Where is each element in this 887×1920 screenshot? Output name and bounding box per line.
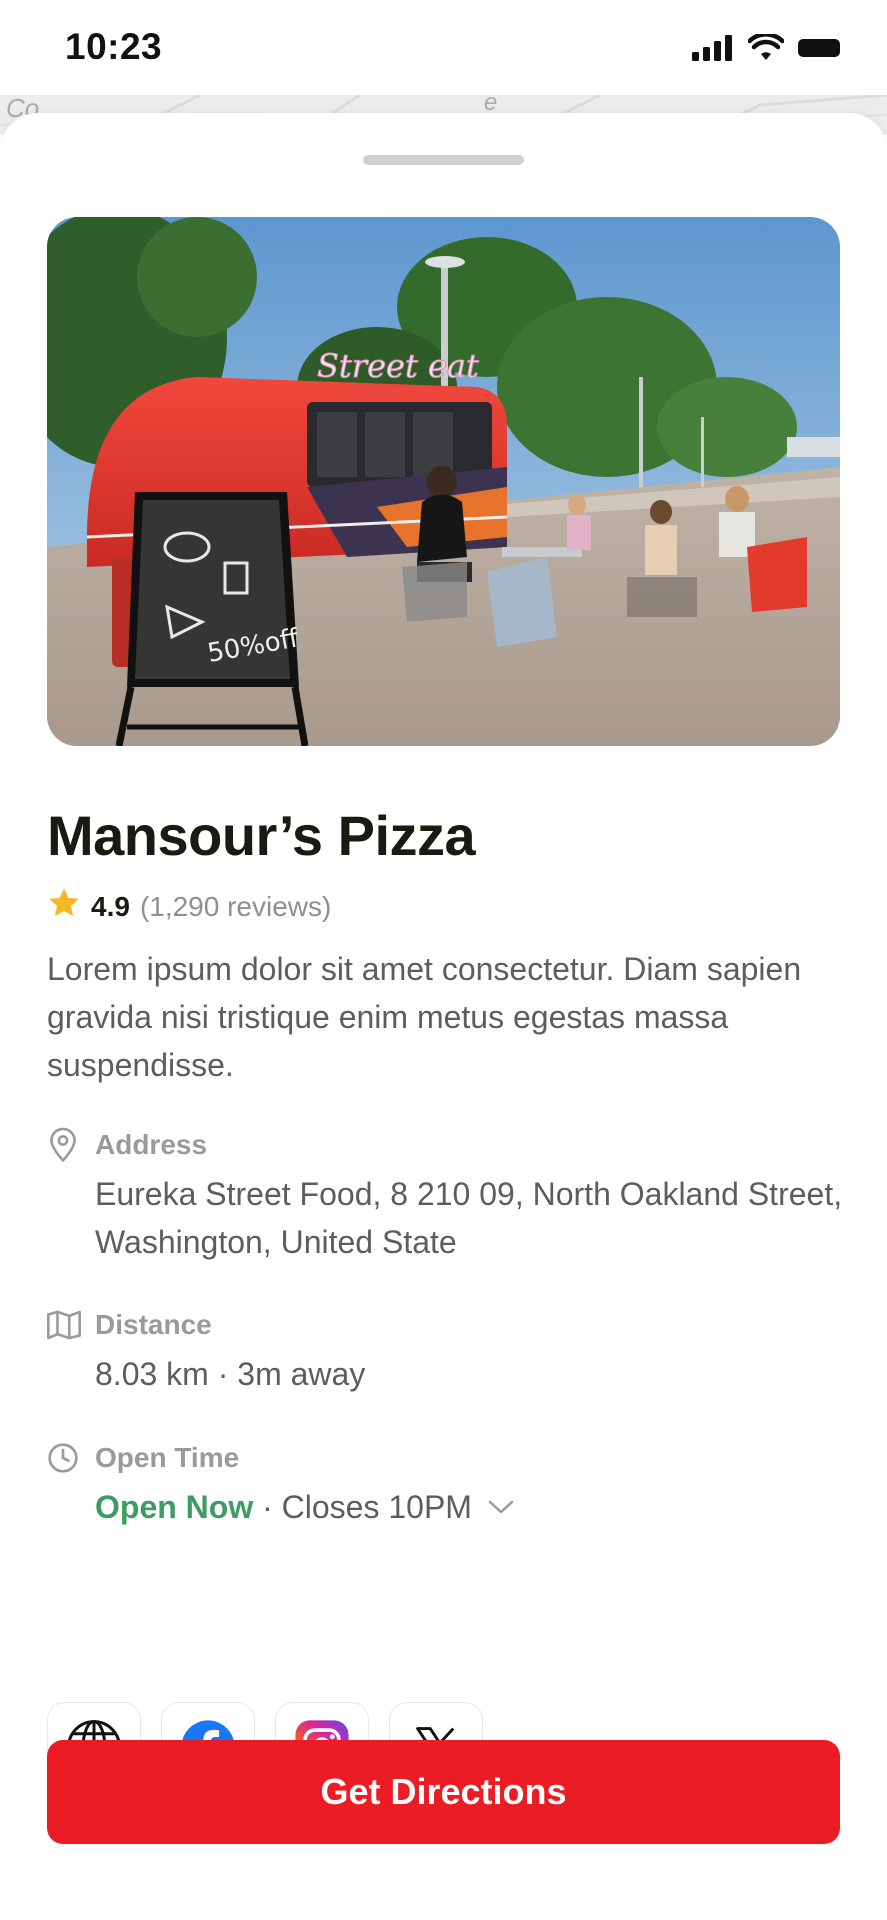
detail-sheet: Street eat 50%off Mansour’s Pizza 4.9 (1…	[0, 113, 887, 1920]
review-count[interactable]: (1,290 reviews)	[140, 891, 331, 923]
sheet-grabber[interactable]	[363, 155, 524, 165]
chevron-down-icon[interactable]	[488, 1499, 514, 1515]
status-icons	[692, 32, 842, 67]
signal-icon	[692, 35, 734, 66]
distance-value: 8.03 km · 3m away	[95, 1356, 366, 1392]
closing-time: Closes 10PM	[281, 1489, 472, 1525]
map-icon	[47, 1310, 81, 1345]
distance-label: Distance	[95, 1309, 212, 1340]
restaurant-photo: Street eat 50%off	[47, 217, 840, 746]
status-bar: 10:23	[0, 0, 887, 95]
location-pin-icon	[47, 1127, 79, 1168]
status-time: 10:23	[65, 26, 163, 67]
clock-icon	[47, 1442, 79, 1479]
battery-icon	[798, 37, 842, 64]
restaurant-name: Mansour’s Pizza	[47, 804, 476, 867]
rating-value: 4.9	[91, 890, 130, 922]
address-label: Address	[95, 1129, 208, 1160]
separator: ·	[253, 1489, 282, 1525]
rating-row: 4.9 (1,290 reviews)	[47, 886, 331, 927]
restaurant-description: Lorem ipsum dolor sit amet consectetur. …	[47, 951, 802, 1083]
open-time-label: Open Time	[95, 1442, 240, 1473]
open-hours-dropdown[interactable]: Open Now · Closes 10PM	[95, 1483, 855, 1531]
star-icon	[47, 886, 81, 927]
wifi-icon	[747, 32, 785, 67]
get-directions-button[interactable]: Get Directions	[47, 1740, 840, 1844]
address-value[interactable]: Eureka Street Food, 8 210 09, North Oakl…	[95, 1170, 855, 1266]
open-status: Open Now	[95, 1489, 254, 1525]
svg-text:Street eat: Street eat	[317, 347, 479, 385]
